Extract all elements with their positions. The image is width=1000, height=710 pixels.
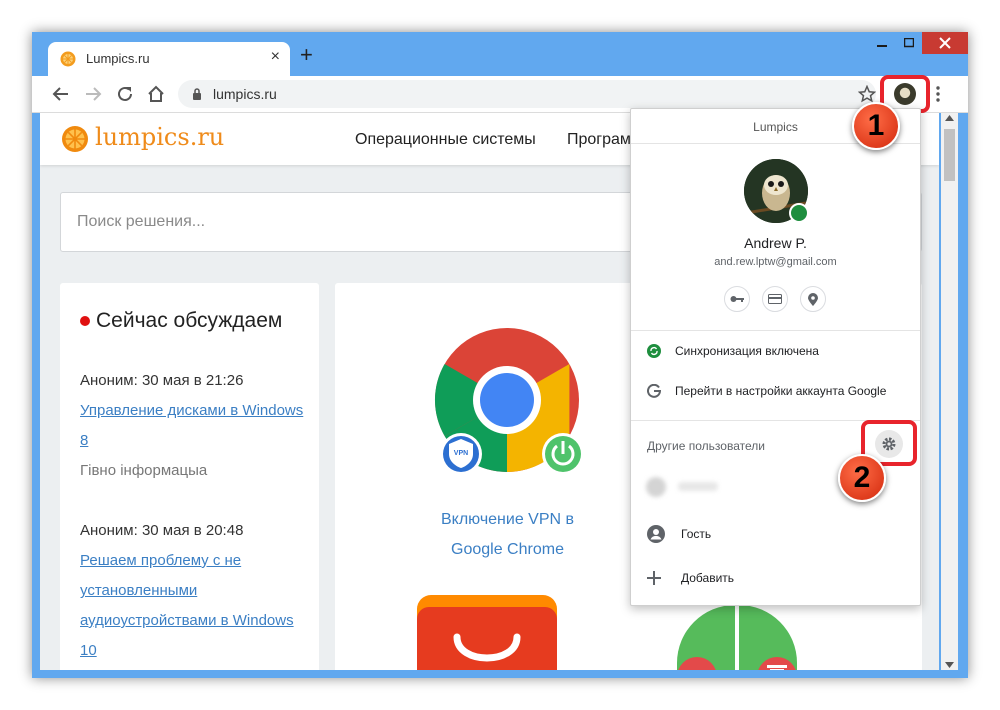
tab-title: Lumpics.ru [86,51,150,66]
profile-menu: Lumpics Andrew P. and.rew.lptw@gmail.com… [630,108,921,606]
cleanup-icon[interactable] [677,603,797,670]
comment-link[interactable]: Решаем проблему с не установленными ауди… [80,546,310,666]
profile-email: and.rew.lptw@gmail.com [714,256,837,268]
avatar[interactable] [894,83,916,105]
passwords-button[interactable] [724,286,750,312]
window-controls [868,32,968,54]
kebab-icon[interactable] [936,86,940,102]
orange-favicon-icon [60,51,76,67]
nav-programs[interactable]: Програм [567,131,631,149]
lock-icon [193,88,201,100]
discussion-title: Сейчас обсуждаем [80,309,282,333]
url-text[interactable]: lumpics.ru [213,86,277,102]
scroll-thumb[interactable] [944,129,955,181]
callout-2: 2 [838,454,886,502]
tab-strip: Lumpics.ru × + [32,32,968,76]
comment-text: Гівно інформацыа [80,462,208,479]
guest-icon [647,525,665,543]
menu-item-google-account[interactable]: Перейти в настройки аккаунта Google [647,383,886,401]
address-bar[interactable]: lumpics.ru [178,80,876,108]
other-user-name[interactable] [678,482,718,491]
menu-item-label: Добавить [681,571,735,585]
close-icon[interactable] [922,32,968,54]
maximize-icon[interactable] [895,32,922,54]
orange-logo-icon[interactable] [61,125,89,153]
gear-icon [882,437,896,451]
svg-text:VPN: VPN [454,450,468,457]
menu-item-label: Синхронизация включена [675,344,819,358]
menu-item-guest[interactable]: Гость [647,525,711,546]
live-dot [80,316,90,327]
site-logo[interactable]: lumpics.ru [95,123,224,151]
forward-icon[interactable] [84,85,102,103]
other-user-avatar[interactable] [646,477,666,497]
tab-lumpics[interactable]: Lumpics.ru × [48,42,290,76]
other-users-label: Другие пользователи [647,439,765,453]
nav-os[interactable]: Операционные системы [355,131,536,149]
search-input[interactable]: Поиск решения... [77,213,205,231]
payment-button[interactable] [762,286,788,312]
chrome-vpn-icon[interactable]: VPN [433,328,585,480]
scroll-up-icon[interactable] [945,115,954,121]
menu-item-label: Гость [681,527,712,541]
shopping-bag-icon[interactable] [417,595,559,670]
discussion-panel: Сейчас обсуждаем Аноним: 30 мая в 21:26 … [60,283,319,670]
location-icon [808,292,818,306]
page-scrollbar[interactable] [941,113,958,670]
comment-meta: Аноним: 30 мая в 21:26 [80,372,244,389]
back-icon[interactable] [52,85,70,103]
sync-icon [647,344,661,358]
manage-people-button[interactable] [875,430,903,458]
scroll-down-icon[interactable] [945,662,954,668]
minimize-icon[interactable] [868,32,895,54]
menu-divider [631,330,920,331]
card-icon [768,294,782,304]
profile-name: Andrew P. [744,235,807,251]
menu-item-add[interactable]: Добавить [647,571,734,588]
plus-icon [647,571,661,585]
key-icon [730,296,744,302]
comment-2: Аноним: 30 мая в 20:48 Решаем проблему с… [80,516,310,666]
tab-close-button[interactable]: × [271,48,280,66]
menu-item-sync[interactable]: Синхронизация включена [647,344,819,361]
callout-1: 1 [852,102,900,150]
reload-icon[interactable] [116,85,134,103]
google-g-icon [647,383,662,398]
comment-1: Аноним: 30 мая в 21:26 Управление дискам… [80,366,310,486]
addresses-button[interactable] [800,286,826,312]
comment-meta: Аноним: 30 мая в 20:48 [80,522,244,539]
star-icon[interactable] [858,85,876,103]
new-tab-button[interactable]: + [300,44,313,66]
home-icon[interactable] [147,85,165,103]
menu-item-label: Перейти в настройки аккаунта Google [675,384,887,398]
comment-link[interactable]: Управление дисками в Windows 8 [80,396,310,456]
sync-badge-icon [789,203,809,223]
article-link[interactable]: Включение VPN в Google Chrome [415,505,600,565]
